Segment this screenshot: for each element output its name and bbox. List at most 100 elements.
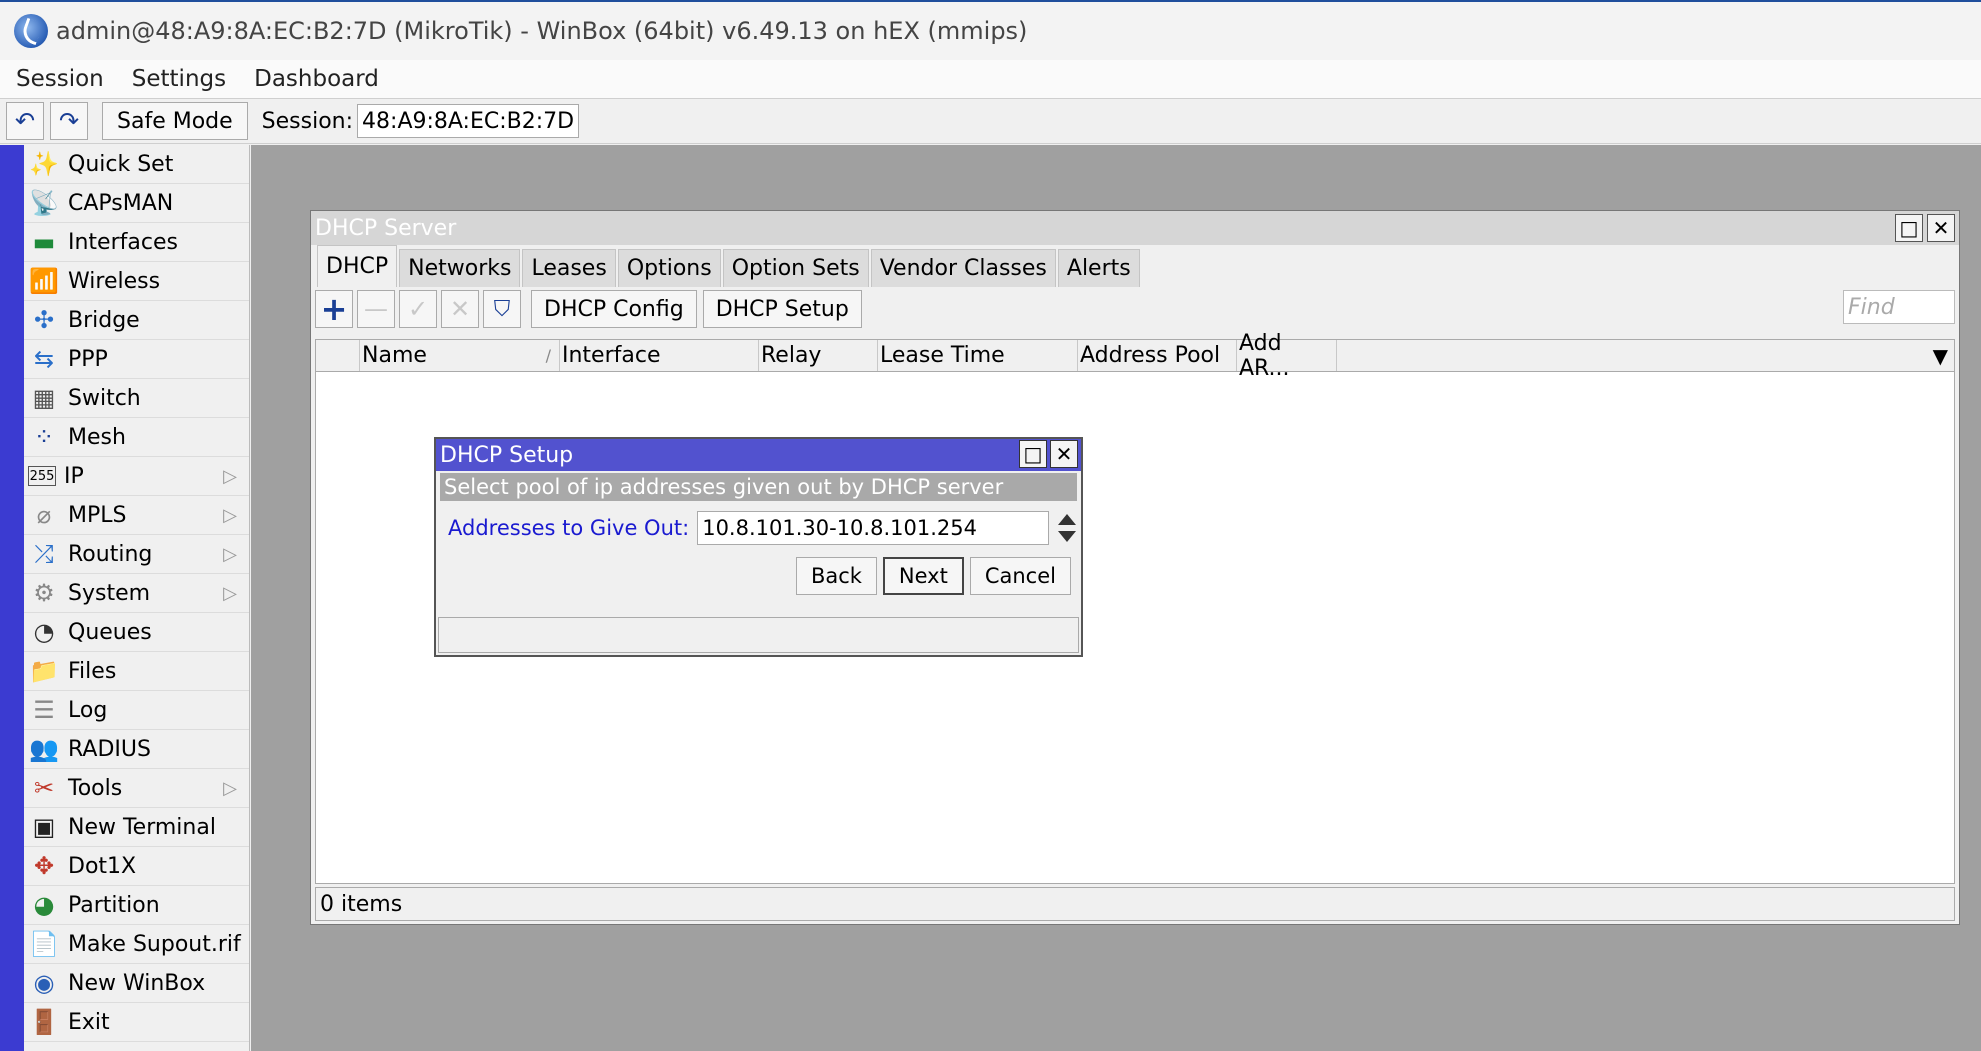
mpls-icon: ⌀: [36, 501, 52, 529]
dhcp-setup-status-bar: [438, 617, 1079, 653]
sidebar-item-dot1x[interactable]: ✥ Dot1X: [24, 847, 249, 886]
tab-vendor-classes[interactable]: Vendor Classes: [870, 249, 1056, 287]
addresses-label: Addresses to Give Out:: [448, 516, 690, 540]
sidebar-item-label: Switch: [68, 385, 141, 411]
window-title: admin@48:A9:8A:EC:B2:7D (MikroTik) - Win…: [56, 17, 1028, 45]
submenu-arrow-icon: ▷: [223, 582, 237, 604]
sidebar-item-label: Interfaces: [68, 229, 178, 255]
column-add-arp[interactable]: Add AR...: [1237, 331, 1337, 381]
column-name[interactable]: Name /: [360, 340, 560, 371]
sidebar-item-new-winbox[interactable]: ◉ New WinBox: [24, 964, 249, 1003]
sidebar-item-ip[interactable]: 255 IP ▷: [24, 457, 249, 496]
column-menu-icon[interactable]: ▼: [1933, 344, 1948, 368]
find-input[interactable]: Find: [1843, 290, 1955, 324]
sidebar-item-bridge[interactable]: ✣ Bridge: [24, 301, 249, 340]
safe-mode-button[interactable]: Safe Mode: [102, 102, 248, 140]
sidebar-item-partition[interactable]: ◕ Partition: [24, 886, 249, 925]
column-relay[interactable]: Relay: [759, 340, 878, 371]
menu-settings[interactable]: Settings: [132, 66, 226, 92]
close-button[interactable]: ✕: [1927, 214, 1955, 242]
sidebar-brand-strip: [0, 145, 24, 1051]
filter-button[interactable]: ⛉: [483, 290, 521, 328]
magic-wand-icon: ✨: [29, 150, 59, 178]
maximize-button[interactable]: □: [1019, 440, 1047, 468]
sidebar-item-mesh[interactable]: ⁘ Mesh: [24, 418, 249, 457]
remove-button[interactable]: —: [357, 290, 395, 328]
sidebar-item-routing[interactable]: ⤮ Routing ▷: [24, 535, 249, 574]
session-field[interactable]: 48:A9:8A:EC:B2:7D: [357, 104, 580, 138]
gauge-icon: ◔: [33, 618, 55, 646]
sidebar-item-wireless[interactable]: 📶 Wireless: [24, 262, 249, 301]
tab-alerts[interactable]: Alerts: [1057, 249, 1140, 287]
sidebar-item-queues[interactable]: ◔ Queues: [24, 613, 249, 652]
dhcp-setup-button[interactable]: DHCP Setup: [702, 290, 862, 328]
tab-leases[interactable]: Leases: [522, 249, 616, 287]
menu-session[interactable]: Session: [16, 66, 104, 92]
maximize-button[interactable]: □: [1895, 214, 1923, 242]
sidebar-item-mpls[interactable]: ⌀ MPLS ▷: [24, 496, 249, 535]
sidebar-item-log[interactable]: ☰ Log: [24, 691, 249, 730]
dhcp-setup-dialog: DHCP Setup □ ✕ Select pool of ip address…: [434, 437, 1083, 657]
folder-icon: 📁: [29, 657, 59, 685]
users-icon: 👥: [29, 735, 59, 763]
sidebar-item-label: Bridge: [68, 307, 140, 333]
wireless-icon: 📶: [29, 267, 59, 295]
sidebar-item-files[interactable]: 📁 Files: [24, 652, 249, 691]
menubar: Session Settings Dashboard: [0, 60, 1981, 98]
column-flags[interactable]: [316, 340, 360, 371]
sidebar-item-ppp[interactable]: ⇆ PPP: [24, 340, 249, 379]
column-interface[interactable]: Interface: [560, 340, 759, 371]
sidebar-item-label: Exit: [68, 1009, 110, 1035]
sidebar-item-new-terminal[interactable]: ▣ New Terminal: [24, 808, 249, 847]
sidebar-item-exit[interactable]: 🚪 Exit: [24, 1003, 249, 1042]
ip-icon: 255: [28, 466, 56, 486]
sidebar-item-make-supout[interactable]: 📄 Make Supout.rif: [24, 925, 249, 964]
undo-button[interactable]: ↶: [6, 102, 44, 140]
tab-dhcp[interactable]: DHCP: [317, 245, 398, 287]
sidebar-item-tools[interactable]: ✂ Tools ▷: [24, 769, 249, 808]
sidebar-item-label: New Terminal: [68, 814, 216, 840]
column-lease-time[interactable]: Lease Time: [878, 340, 1078, 371]
sidebar-item-switch[interactable]: ▦ Switch: [24, 379, 249, 418]
redo-button[interactable]: ↷: [50, 102, 88, 140]
back-button[interactable]: Back: [795, 557, 877, 595]
addresses-input[interactable]: 10.8.101.30-10.8.101.254: [697, 511, 1050, 545]
up-down-stepper-icon[interactable]: [1057, 514, 1077, 542]
sidebar-item-system[interactable]: ⚙ System ▷: [24, 574, 249, 613]
dhcp-setup-instruction: Select pool of ip addresses given out by…: [440, 473, 1077, 501]
sidebar-item-label: MPLS: [68, 502, 127, 528]
sidebar-item-label: Routing: [68, 541, 153, 567]
cancel-button[interactable]: Cancel: [969, 557, 1071, 595]
gear-icon: ⚙: [33, 579, 55, 607]
next-button[interactable]: Next: [882, 557, 964, 595]
dhcp-config-button[interactable]: DHCP Config: [531, 290, 697, 328]
enable-button[interactable]: ✓: [399, 290, 437, 328]
close-button[interactable]: ✕: [1050, 440, 1078, 468]
column-address-pool[interactable]: Address Pool: [1078, 340, 1237, 371]
sidebar-item-radius[interactable]: 👥 RADIUS: [24, 730, 249, 769]
add-button[interactable]: +: [315, 290, 353, 328]
sidebar-item-interfaces[interactable]: ▬ Interfaces: [24, 223, 249, 262]
sidebar-item-quick-set[interactable]: ✨ Quick Set: [24, 145, 249, 184]
dhcp-toolbar: + — ✓ ✕ ⛉ DHCP Config DHCP Setup Find: [311, 287, 1959, 331]
sidebar-item-label: Mesh: [68, 424, 126, 450]
sidebar-item-label: RADIUS: [68, 736, 151, 762]
sidebar-item-capsman[interactable]: 📡 CAPsMAN: [24, 184, 249, 223]
disable-button[interactable]: ✕: [441, 290, 479, 328]
tab-options[interactable]: Options: [617, 249, 721, 287]
close-icon: ✕: [1932, 216, 1950, 240]
maximize-icon: □: [1023, 442, 1043, 466]
tab-option-sets[interactable]: Option Sets: [722, 249, 869, 287]
sidebar-item-label: Log: [68, 697, 108, 723]
pie-chart-icon: ◕: [33, 891, 55, 919]
sidebar-item-label: Quick Set: [68, 151, 174, 177]
tab-networks[interactable]: Networks: [399, 249, 521, 287]
dhcp-server-titlebar[interactable]: DHCP Server □ ✕: [311, 211, 1959, 245]
dhcp-setup-title: DHCP Setup: [440, 442, 574, 468]
menu-dashboard[interactable]: Dashboard: [254, 66, 379, 92]
redo-icon: ↷: [58, 107, 80, 135]
dhcp-setup-titlebar[interactable]: DHCP Setup □ ✕: [436, 439, 1081, 471]
ppp-icon: ⇆: [33, 345, 55, 373]
tools-icon: ✂: [33, 774, 55, 802]
maximize-icon: □: [1899, 216, 1919, 240]
